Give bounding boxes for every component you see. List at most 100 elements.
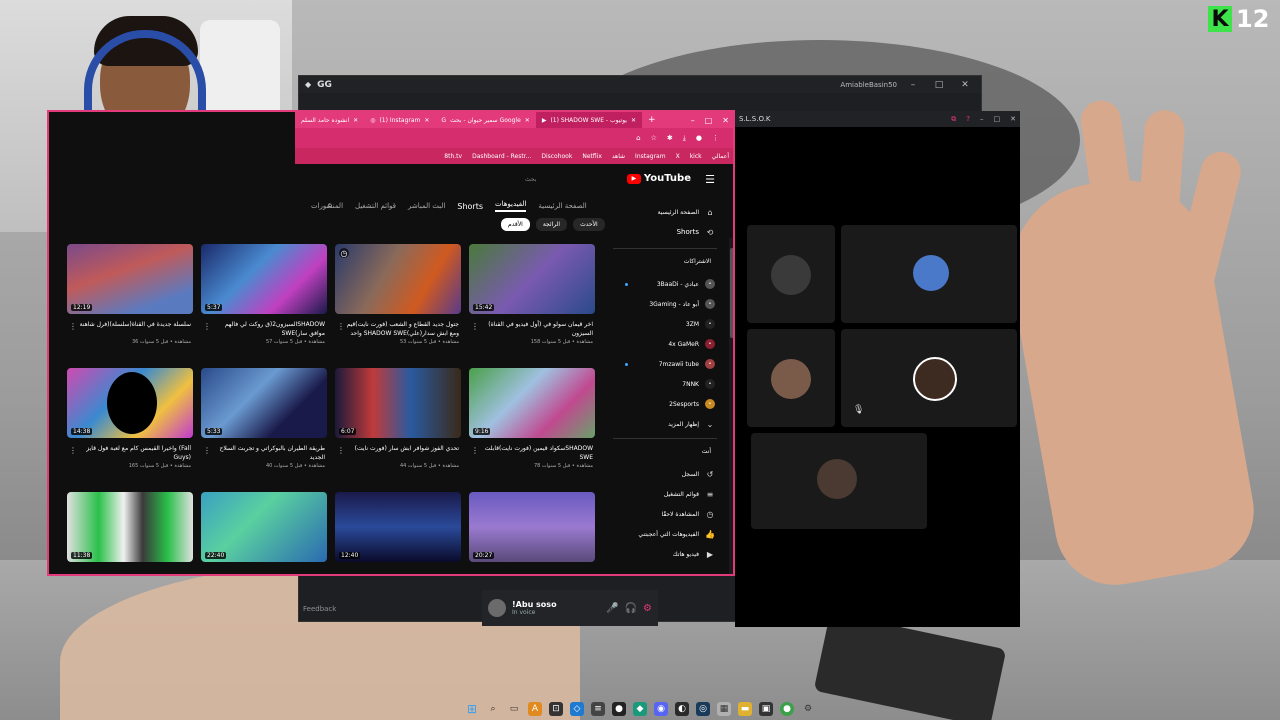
video-title[interactable]: طريقة الطيران بالبوكراتي و تجربت السلاح …	[201, 444, 327, 462]
close-tab-icon[interactable]: ✕	[631, 117, 636, 124]
participant-tile[interactable]	[747, 225, 835, 323]
address-bar[interactable]: ⌂ ☆ ✱ ⤓ ● ⋮	[295, 128, 733, 148]
video-card[interactable]: 12:40	[335, 492, 461, 562]
minimize-icon[interactable]: –	[691, 116, 695, 125]
video-thumbnail[interactable]: 9:16	[469, 368, 595, 438]
youtube-logo[interactable]: ▶ YouTube	[626, 173, 691, 184]
minimize-icon[interactable]: –	[903, 80, 923, 90]
app-icon[interactable]: ●	[612, 702, 626, 716]
chrome-icon[interactable]: ●	[780, 702, 794, 716]
app-icon[interactable]: ▦	[717, 702, 731, 716]
headphones-icon[interactable]: 🎧	[625, 603, 637, 614]
video-thumbnail[interactable]: ◷	[335, 244, 461, 314]
tab-shorts[interactable]: Shorts	[457, 202, 483, 211]
video-card[interactable]: 5:37 السيزون2(ق روكت لي فالهمSHADOW SWE(…	[201, 244, 327, 345]
close-tab-icon[interactable]: ✕	[424, 117, 429, 124]
new-tab-button[interactable]: +	[642, 115, 662, 125]
tab-playlists[interactable]: قوائم التشغيل	[355, 202, 396, 210]
bookmarks-bar[interactable]: أعمالي kick X Instagram شاهد Netflix Dis…	[295, 148, 733, 164]
sidebar-item-sub[interactable]: 4x GaMeR •	[611, 336, 719, 352]
bookmark-item[interactable]: kick	[690, 153, 702, 160]
app-icon[interactable]: A	[528, 702, 542, 716]
app-icon[interactable]: ◆	[633, 702, 647, 716]
browser-window[interactable]: انشوده حامد السلم ✕ ◎ (1) Instagram ✕ G سمير…	[47, 110, 735, 576]
bookmark-item[interactable]: Dashboard - Restr...	[472, 153, 531, 160]
cast-icon[interactable]: ⌂	[636, 134, 640, 142]
more-options-icon[interactable]: ⋮	[203, 322, 211, 331]
start-icon[interactable]: ⊞	[465, 702, 479, 716]
search-input[interactable]: بحث	[525, 176, 536, 183]
sidebar-item-history[interactable]: السجل ↺	[611, 466, 719, 482]
search-icon[interactable]: ⌕	[327, 200, 333, 211]
discord-call-window[interactable]: S.L.S.O.K ⧉ ? – □ ✕ 🎙	[735, 111, 1020, 627]
participant-tile[interactable]	[841, 225, 1017, 323]
tab-instagram[interactable]: ◎ (1) Instagram ✕	[364, 112, 435, 128]
close-icon[interactable]: ✕	[955, 80, 975, 90]
tab-partial[interactable]: انشوده حامد السلم ✕	[295, 112, 364, 128]
sidebar-item-sub[interactable]: 3BaaDi - عبادي •	[611, 276, 719, 292]
sidebar-item-shorts[interactable]: Shorts ⟲	[611, 224, 719, 240]
maximize-icon[interactable]: □	[705, 116, 713, 125]
sidebar-item-sub[interactable]: 7NNK •	[611, 376, 719, 392]
extension-icon[interactable]: ✱	[667, 134, 673, 142]
gg-titlebar[interactable]: ◆ GG AmiableBasin50 – □ ✕	[299, 76, 981, 93]
video-card[interactable]: 22:40	[201, 492, 327, 562]
help-icon[interactable]: ?	[966, 115, 970, 124]
microphone-icon[interactable]: 🎤	[606, 603, 618, 614]
voice-status-bar[interactable]: !Abu soso In voice 🎤 🎧 ⚙	[482, 590, 658, 626]
video-title[interactable]: تحدي الفوز شوافر ابش سار (فورت نايت)	[335, 444, 461, 462]
app-icon[interactable]: ◐	[675, 702, 689, 716]
video-card[interactable]: 20:27	[469, 492, 595, 562]
discord-icon[interactable]: ◉	[654, 702, 668, 716]
video-title[interactable]: سلسلة جديدة في القناة(سلسلة)(فرل شاهنة	[67, 320, 193, 338]
video-thumbnail[interactable]: 5:33	[201, 368, 327, 438]
more-options-icon[interactable]: ⋮	[471, 446, 479, 455]
video-card[interactable]: 9:16 سكواد قيمين (فورت نايت)قابلتSHADOW …	[469, 368, 595, 469]
video-thumbnail[interactable]: 12:19	[67, 244, 193, 314]
maximize-icon[interactable]: □	[994, 115, 1001, 124]
sidebar-item-sub[interactable]: 2Sesports •	[611, 396, 719, 412]
close-tab-icon[interactable]: ✕	[525, 117, 530, 124]
more-options-icon[interactable]: ⋮	[337, 322, 345, 331]
sidebar-item-playlists[interactable]: قوائم التشغيل ≡	[611, 486, 719, 502]
video-thumbnail[interactable]: 22:40	[201, 492, 327, 562]
close-icon[interactable]: ✕	[722, 116, 729, 125]
video-card[interactable]: 11:38	[67, 492, 193, 562]
video-thumbnail[interactable]: 12:40	[335, 492, 461, 562]
bookmark-item[interactable]: Instagram	[635, 153, 666, 160]
video-title[interactable]: واخيرا القيمس كام مع لعبة فول قايز (Fall…	[67, 444, 193, 462]
video-title[interactable]: سكواد قيمين (فورت نايت)قابلتSHADOW SWE	[469, 444, 595, 462]
you-header[interactable]: أنت	[611, 448, 719, 460]
tab-videos[interactable]: الفيديوهات	[495, 200, 527, 212]
app-icon[interactable]: ▣	[759, 702, 773, 716]
tab-strip[interactable]: انشوده حامد السلم ✕ ◎ (1) Instagram ✕ G سمير…	[295, 112, 733, 128]
video-title[interactable]: جتول جديد القطاع و الشعب (فورت نايت)قيم …	[335, 320, 461, 338]
more-options-icon[interactable]: ⋮	[203, 446, 211, 455]
maximize-icon[interactable]: □	[929, 80, 949, 90]
more-options-icon[interactable]: ⋮	[69, 322, 77, 331]
feedback-link[interactable]: Feedback	[303, 605, 336, 613]
video-thumbnail[interactable]: 15:42	[469, 244, 595, 314]
video-thumbnail[interactable]: 20:27	[469, 492, 595, 562]
more-options-icon[interactable]: ⋮	[69, 446, 77, 455]
minimize-icon[interactable]: –	[980, 115, 984, 124]
popout-icon[interactable]: ⧉	[951, 115, 956, 124]
tab-youtube[interactable]: ▶ (1) SHADOW SWE - يوتيوب ✕	[535, 112, 642, 128]
video-card[interactable]: 12:19 سلسلة جديدة في القناة(سلسلة)(فرل ش…	[67, 244, 193, 345]
sidebar-item-sub[interactable]: 3ZM •	[611, 316, 719, 332]
tab-google[interactable]: G سمير حيوان - بحث Google ✕	[435, 112, 535, 128]
sidebar-item-liked[interactable]: الفيديوهات التي أعجبتني 👍	[611, 526, 719, 542]
chip-popular[interactable]: الرائجة	[535, 218, 568, 231]
bookmark-item[interactable]: Netflix	[582, 153, 602, 160]
tab-live[interactable]: البث المباشر	[408, 202, 445, 210]
participant-tile[interactable]: 🎙	[841, 329, 1017, 427]
participant-tile[interactable]	[751, 433, 927, 529]
sidebar-item-home[interactable]: الصفحة الرئيسية ⌂	[611, 204, 719, 220]
video-card[interactable]: 15:42 (أول فيديو في القناة) اخر قيمان سو…	[469, 244, 595, 345]
subscriptions-header[interactable]: الاشتراكات	[611, 258, 719, 270]
video-thumbnail[interactable]: 5:37	[201, 244, 327, 314]
folder-icon[interactable]: ▬	[738, 702, 752, 716]
bookmark-item[interactable]: شاهد	[612, 153, 625, 160]
sidebar-item-sub[interactable]: 3Gaming - أبو عاد •	[611, 296, 719, 312]
close-icon[interactable]: ✕	[1010, 115, 1016, 124]
